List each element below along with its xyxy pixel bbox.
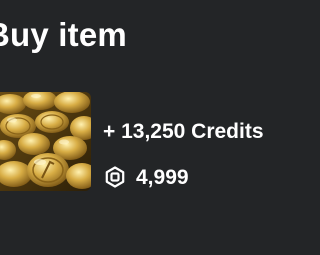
gold-coins-image: [0, 92, 91, 191]
item-thumbnail: [0, 92, 91, 191]
dialog-title: Buy item: [0, 16, 127, 53]
robux-icon: [105, 166, 125, 188]
price-value: 4,999: [136, 165, 189, 189]
item-name: + 13,250 Credits: [103, 120, 264, 143]
item-price: 4,999: [104, 164, 189, 190]
